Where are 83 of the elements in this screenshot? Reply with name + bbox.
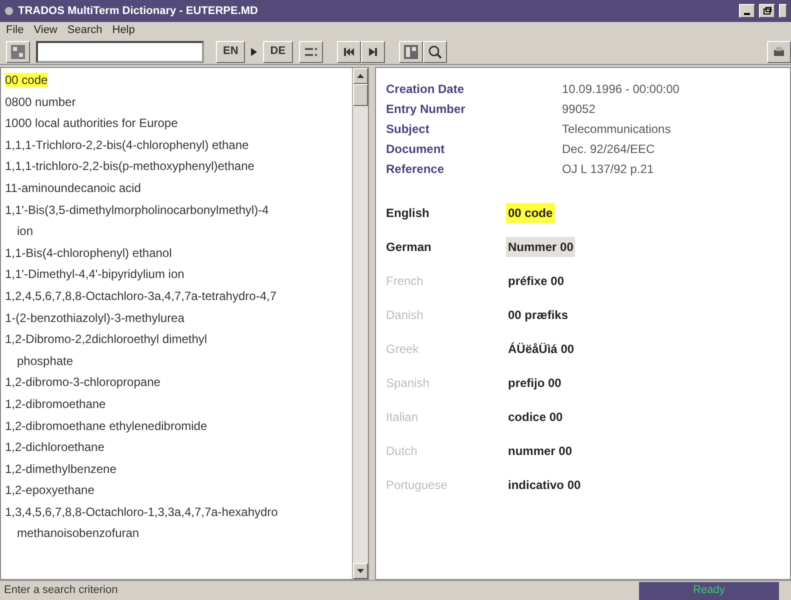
term-text: codice 00 — [507, 409, 564, 426]
language-label: Italian — [386, 409, 420, 426]
field-value: OJ L 137/92 p.21 — [562, 161, 655, 178]
term-text: 00 præfiks — [507, 307, 570, 324]
maximize-button[interactable] — [759, 4, 775, 18]
search-icon — [428, 44, 442, 58]
status-message: Enter a search criterion — [4, 583, 118, 598]
field-label: Subject — [386, 121, 430, 138]
source-language-button[interactable]: EN — [216, 40, 246, 62]
term-list-item[interactable]: methanoisobenzofuran — [5, 523, 348, 546]
term-list-item[interactable]: 11-aminoundecanoic acid — [5, 180, 141, 195]
term-list-item[interactable]: 1,2-dibromoethane ethylenedibromide — [5, 418, 208, 432]
language-label: French — [386, 273, 424, 290]
term-list-item[interactable]: 1,3,4,5,6,7,8,8-Octachloro-1,3,3a,4,7,7a-hexahydro — [5, 504, 278, 519]
term-text: ÁÜëåÜìá 00 — [507, 341, 576, 358]
term-list-item[interactable]: 1,2-epoxyethane — [5, 483, 94, 498]
menu-item[interactable]: View — [34, 22, 58, 39]
print-icon — [773, 46, 785, 58]
term-list-item[interactable]: 1,1-Bis(4-chlorophenyl) ethanol — [5, 246, 172, 260]
term-text: Nummer 00 — [506, 237, 576, 257]
search-button[interactable] — [422, 40, 447, 62]
arrow-right-icon — [251, 48, 258, 56]
menu-item[interactable]: File — [6, 22, 24, 39]
term-list-item[interactable]: 1,2,4,5,6,7,8,8-Octachloro-3a,4,7,7a-tetrahydro-4,7 — [5, 288, 276, 303]
scrollbar[interactable] — [352, 68, 368, 579]
term-list-item[interactable]: 1,2-dimethylbenzene — [5, 462, 116, 476]
term-list-item[interactable]: ion — [5, 221, 348, 243]
swap-button[interactable] — [298, 40, 323, 62]
field-label: Reference — [386, 161, 446, 178]
language-label: German — [386, 239, 432, 256]
term-list-item[interactable]: 1,1'-Dimethyl-4,4'-bipyridylium ion — [5, 267, 184, 282]
field-label: Document — [386, 141, 446, 158]
language-label: English — [386, 205, 430, 222]
last-icon — [368, 48, 377, 56]
term-list-item[interactable]: 1,2-Dibromo-2,2dichloroethyl dimethyl — [5, 332, 208, 346]
field-value: 10.09.1996 - 00:00:00 — [562, 81, 680, 98]
term-list-item[interactable]: 00 code — [5, 73, 48, 87]
term-list-item[interactable]: phosphate — [5, 350, 348, 372]
minimize-button[interactable] — [739, 4, 755, 18]
close-button[interactable] — [779, 4, 787, 18]
language-label: Dutch — [386, 443, 418, 460]
term-text: indicativo 00 — [507, 477, 582, 494]
app-icon — [4, 6, 14, 16]
term-list-item[interactable]: 1000 local authorities for Europe — [5, 116, 178, 130]
scroll-down-icon — [357, 569, 364, 573]
menu-item[interactable]: Help — [112, 22, 135, 39]
term-list-item[interactable]: 1,1,1-Trichloro-2,2-bis(4-chlorophenyl) ethane — [5, 138, 249, 152]
term-text: préfixe 00 — [507, 273, 566, 290]
window-title: TRADOS MultiTerm Dictionary - EUTERPE.MD — [18, 4, 258, 19]
grid-icon — [10, 44, 26, 60]
language-label: Spanish — [386, 375, 430, 392]
last-entry-button[interactable] — [360, 40, 385, 62]
scroll-thumb[interactable] — [353, 84, 368, 106]
language-label: Portuguese — [386, 477, 448, 494]
term-text: prefijo 00 — [507, 375, 562, 392]
field-value: Dec. 92/264/EEC — [562, 141, 656, 158]
field-value: 99052 — [562, 101, 596, 118]
scroll-up-icon — [357, 74, 364, 78]
field-label: Creation Date — [386, 81, 466, 98]
term-list-item[interactable]: 1,2-dibromoethane — [5, 396, 106, 411]
term-text: nummer 00 — [507, 443, 574, 460]
search-field[interactable] — [36, 40, 204, 62]
first-entry-button[interactable] — [336, 40, 361, 62]
restore-icon — [762, 7, 772, 15]
toolbar-button[interactable] — [6, 40, 30, 62]
term-list-item[interactable]: 1,1'-Bis(3,5-dimethylmorpholinocarbonylmethyl)-4 — [5, 202, 269, 217]
first-icon — [344, 48, 354, 56]
target-language-button[interactable]: DE — [263, 40, 293, 62]
field-label: Entry Number — [386, 101, 466, 118]
language-label: Greek — [386, 341, 420, 358]
layout-button[interactable] — [398, 40, 423, 62]
menu-item[interactable]: Search — [67, 22, 102, 39]
layout-icon — [404, 44, 418, 58]
term-list-item[interactable]: 1-(2-benzothiazolyl)-3-methylurea — [5, 310, 184, 325]
term-text: 00 code — [506, 203, 555, 223]
status-indicator: Ready — [639, 582, 779, 600]
term-list-item[interactable]: 1,1,1-trichloro-2,2-bis(p-methoxyphenyl)ethane — [5, 159, 254, 174]
print-button[interactable] — [767, 40, 791, 62]
term-list-item[interactable]: 1,2-dibromo-3-chloropropane — [5, 375, 160, 390]
term-list-item[interactable]: 1,2-dichloroethane — [5, 440, 104, 454]
term-list-item[interactable]: 0800 number — [5, 94, 76, 109]
field-value: Telecommunications — [562, 121, 672, 138]
language-label: Danish — [386, 307, 424, 324]
